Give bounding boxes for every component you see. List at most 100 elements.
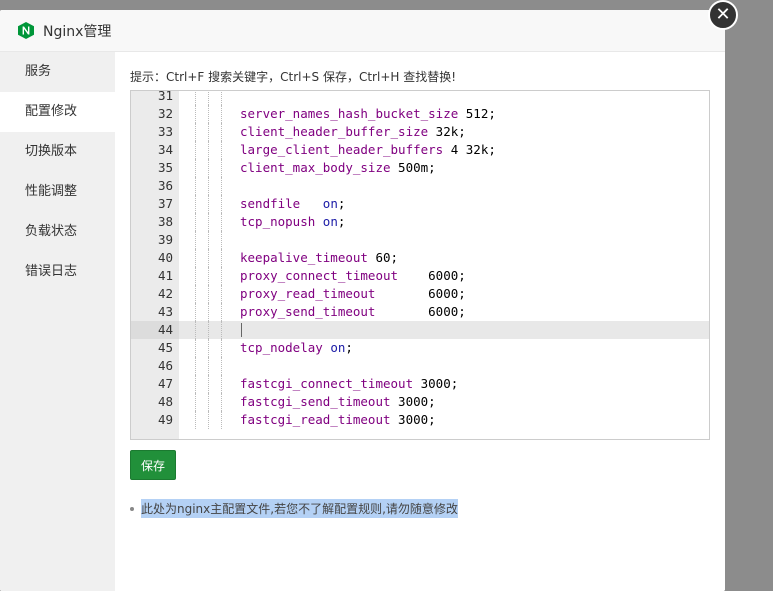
nginx-dialog: Nginx管理 服务 配置修改 切换版本 性能调整 负载状态 错误日志 提示：Ctrl+F… [0, 10, 725, 591]
line-number: 37 [157, 196, 173, 211]
indent-guides [195, 411, 235, 429]
line-number: 46 [157, 358, 173, 373]
code-line: 36 [131, 177, 709, 195]
line-number: 40 [157, 250, 173, 265]
indent-guides [195, 267, 235, 285]
code-text: large_client_header_buffers 4 32k; [240, 141, 496, 159]
directive-name: proxy_connect_timeout [240, 268, 399, 283]
indent-guides [195, 123, 235, 141]
directive-name: client_header_buffer_size [240, 124, 429, 139]
sidebar-item[interactable]: 配置修改 [0, 92, 115, 132]
main-panel: 提示：Ctrl+F 搜索关键字，Ctrl+S 保存，Ctrl+H 查找替换! 3… [115, 52, 725, 591]
boolean-value: on [330, 340, 346, 355]
code-line: 38 tcp_nopush on; [131, 213, 709, 231]
code-line: 40 keepalive_timeout 60; [131, 249, 709, 267]
indent-guides [195, 195, 235, 213]
code-line: 37 sendfile on; [131, 195, 709, 213]
line-number: 42 [157, 286, 173, 301]
close-icon: ✕ [715, 4, 731, 25]
line-number: 32 [157, 106, 173, 121]
directive-value: 60; [367, 250, 399, 265]
config-editor[interactable]: 31 32 server_names_hash_bucket_size 512; 33… [130, 90, 710, 440]
code-line: 44 [131, 321, 709, 339]
dialog-titlebar: Nginx管理 [0, 10, 725, 52]
code-text: client_max_body_size 500m; [240, 159, 436, 177]
code-line: 33 client_header_buffer_size 32k; [131, 123, 709, 141]
directive-name: fastcgi_connect_timeout [240, 376, 414, 391]
directive-value: 6000; [375, 286, 466, 301]
directive-value: 512; [458, 106, 496, 121]
close-button[interactable]: ✕ [708, 0, 738, 30]
directive-value: on; [322, 196, 346, 211]
directive-value: on; [322, 214, 346, 229]
indent-guides [195, 303, 235, 321]
indent-guides [195, 105, 235, 123]
code-text: fastcgi_connect_timeout 3000; [240, 375, 458, 393]
code-line: 49 fastcgi_read_timeout 3000; [131, 411, 709, 429]
line-number: 36 [157, 178, 173, 193]
directive-value: 6000; [398, 268, 466, 283]
line-number: 41 [157, 268, 173, 283]
line-number: 43 [157, 304, 173, 319]
directive-value: 6000; [375, 304, 466, 319]
bullet-icon [130, 506, 134, 511]
line-number: 35 [157, 160, 173, 175]
code-line: 32 server_names_hash_bucket_size 512; [131, 105, 709, 123]
code-line: 34 large_client_header_buffers 4 32k; [131, 141, 709, 159]
code-line: 48 fastcgi_send_timeout 3000; [131, 393, 709, 411]
code-line: 35 client_max_body_size 500m; [131, 159, 709, 177]
directive-name: keepalive_timeout [240, 250, 368, 265]
line-number: 48 [157, 394, 173, 409]
directive-name: tcp_nopush [240, 214, 316, 229]
line-number: 38 [157, 214, 173, 229]
indent-guides [195, 141, 235, 159]
indent-guides [195, 91, 235, 105]
sidebar-item[interactable]: 负载状态 [0, 212, 115, 252]
indent-guides [195, 321, 235, 339]
directive-value: on; [330, 340, 353, 355]
line-number: 47 [157, 376, 173, 391]
indent-guides [195, 285, 235, 303]
boolean-value: on [322, 214, 338, 229]
directive-value: 3000; [390, 412, 436, 427]
code-text: proxy_send_timeout 6000; [240, 303, 466, 321]
directive-value: 3000; [413, 376, 459, 391]
nginx-logo-icon [18, 22, 34, 39]
indent-guides [195, 249, 235, 267]
directive-name: sendfile [240, 196, 301, 211]
directive-name: large_client_header_buffers [240, 142, 444, 157]
dialog-title: Nginx管理 [43, 23, 112, 40]
code-line: 45 tcp_nodelay on; [131, 339, 709, 357]
code-line: 47 fastcgi_connect_timeout 3000; [131, 375, 709, 393]
code-text: tcp_nodelay on; [240, 339, 353, 357]
indent-guides [195, 159, 235, 177]
code-text: fastcgi_send_timeout 3000; [240, 393, 436, 411]
sidebar-item[interactable]: 切换版本 [0, 132, 115, 172]
directive-value: 4 32k; [443, 142, 496, 157]
boolean-value: on [322, 196, 338, 211]
indent-guides [195, 231, 235, 249]
line-number: 39 [157, 232, 173, 247]
shortcut-hint: 提示：Ctrl+F 搜索关键字，Ctrl+S 保存，Ctrl+H 查找替换! [130, 70, 457, 84]
directive-name: server_names_hash_bucket_size [240, 106, 459, 121]
code-text: proxy_read_timeout 6000; [240, 285, 466, 303]
code-text: sendfile on; [240, 195, 345, 213]
indent-guides [195, 339, 235, 357]
line-number: 34 [157, 142, 173, 157]
directive-name: fastcgi_send_timeout [240, 394, 391, 409]
code-line: 39 [131, 231, 709, 249]
sidebar: 服务 配置修改 切换版本 性能调整 负载状态 错误日志 [0, 52, 115, 591]
code-text: fastcgi_read_timeout 3000; [240, 411, 436, 429]
line-number: 49 [157, 412, 173, 427]
code-text: client_header_buffer_size 32k; [240, 123, 466, 141]
directive-name: proxy_send_timeout [240, 304, 376, 319]
sidebar-item[interactable]: 错误日志 [0, 252, 115, 292]
sidebar-item[interactable]: 服务 [0, 52, 115, 92]
save-button[interactable]: 保存 [130, 450, 176, 480]
directive-name: client_max_body_size [240, 160, 391, 175]
code-line: 41 proxy_connect_timeout 6000; [131, 267, 709, 285]
indent-guides [195, 357, 235, 375]
sidebar-item[interactable]: 性能调整 [0, 172, 115, 212]
directive-value: 3000; [390, 394, 436, 409]
code-text: tcp_nopush on; [240, 213, 345, 231]
